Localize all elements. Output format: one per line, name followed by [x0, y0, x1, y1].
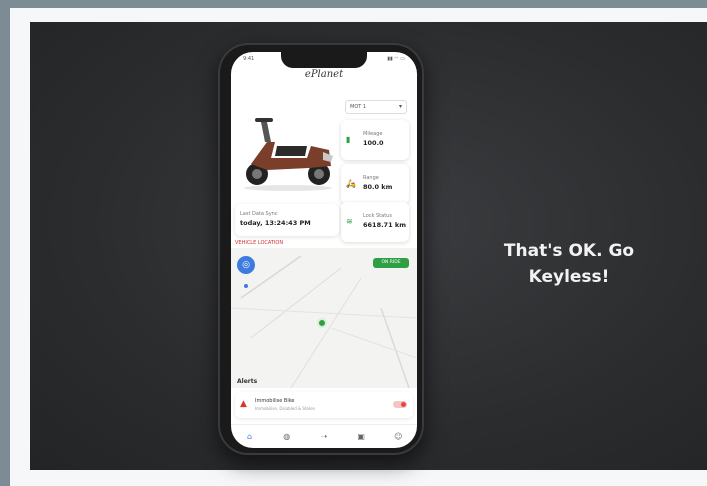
phone-screen: 9:41 ▮▮ ◠ ▭ ePlanet MOT 1 ▾ ▮ Mileage 10… [231, 52, 417, 448]
alert-subtitle: Immobilise, Disabled & Stolen [255, 406, 316, 411]
home-icon[interactable]: ⌂ [240, 432, 260, 441]
vehicle-marker-icon[interactable] [317, 318, 327, 328]
last-sync-value: today, 13:24:43 PM [240, 219, 311, 227]
tagline-line-2: Keyless! [528, 267, 610, 287]
immobilise-toggle[interactable] [393, 401, 407, 408]
stat-card-lock-status[interactable]: ≋ Lock Status 6618.71 km [341, 202, 409, 242]
stat-label: Mileage [363, 131, 383, 137]
vehicle-location-label: VEHICLE LOCATION [235, 240, 284, 246]
phone-notch [281, 52, 367, 68]
tagline-line-1: That's OK. Go [503, 241, 635, 261]
bottom-nav: ⌂ ◍ ➝ ▣ ☺ [231, 424, 417, 448]
stat-value: 100.0 [363, 139, 384, 147]
ride-icon[interactable]: ➝ [314, 432, 334, 441]
warning-icon: ▲ [240, 399, 247, 409]
vehicle-select[interactable]: MOT 1 ▾ [345, 100, 407, 114]
stat-label: Range [363, 175, 379, 181]
status-time: 9:41 [243, 56, 255, 62]
locate-button[interactable]: ◎ [237, 256, 255, 274]
chevron-down-icon: ▾ [398, 103, 402, 110]
signal-icon: ≋ [346, 217, 353, 226]
scooter-image [244, 118, 333, 191]
last-sync-label: Last Data Sync [240, 211, 278, 217]
stat-card-range[interactable]: 🛵 Range 80.0 km [341, 164, 409, 204]
stat-label: Lock Status [363, 213, 392, 219]
map-status-pill[interactable]: ON RIDE [373, 258, 409, 268]
profile-icon[interactable]: ☺ [388, 432, 408, 441]
vehicle-select-value: MOT 1 [350, 104, 367, 110]
stat-value: 6618.71 km [363, 221, 406, 229]
alert-title: Immobilise Bike [255, 398, 295, 404]
ble-icon[interactable]: ▣ [351, 432, 371, 441]
alerts-heading: Alerts [237, 378, 258, 385]
stat-value: 80.0 km [363, 183, 393, 191]
globe-icon[interactable]: ◍ [277, 432, 297, 441]
tagline: That's OK. Go Keyless! [484, 238, 654, 290]
app-logo: ePlanet [304, 69, 344, 80]
battery-icon: ▮ [346, 135, 351, 144]
status-icons: ▮▮ ◠ ▭ [387, 56, 405, 62]
location-icon: ◎ [242, 260, 250, 270]
alert-immobilise-row[interactable]: ▲ Immobilise Bike Immobilise, Disabled &… [235, 392, 413, 418]
stat-card-mileage[interactable]: ▮ Mileage 100.0 [341, 120, 409, 160]
map-view[interactable]: ◎ ON RIDE [231, 248, 417, 389]
last-sync-card: Last Data Sync today, 13:24:43 PM [235, 204, 339, 236]
scooter-icon: 🛵 [346, 179, 356, 188]
user-location-dot [244, 284, 248, 288]
